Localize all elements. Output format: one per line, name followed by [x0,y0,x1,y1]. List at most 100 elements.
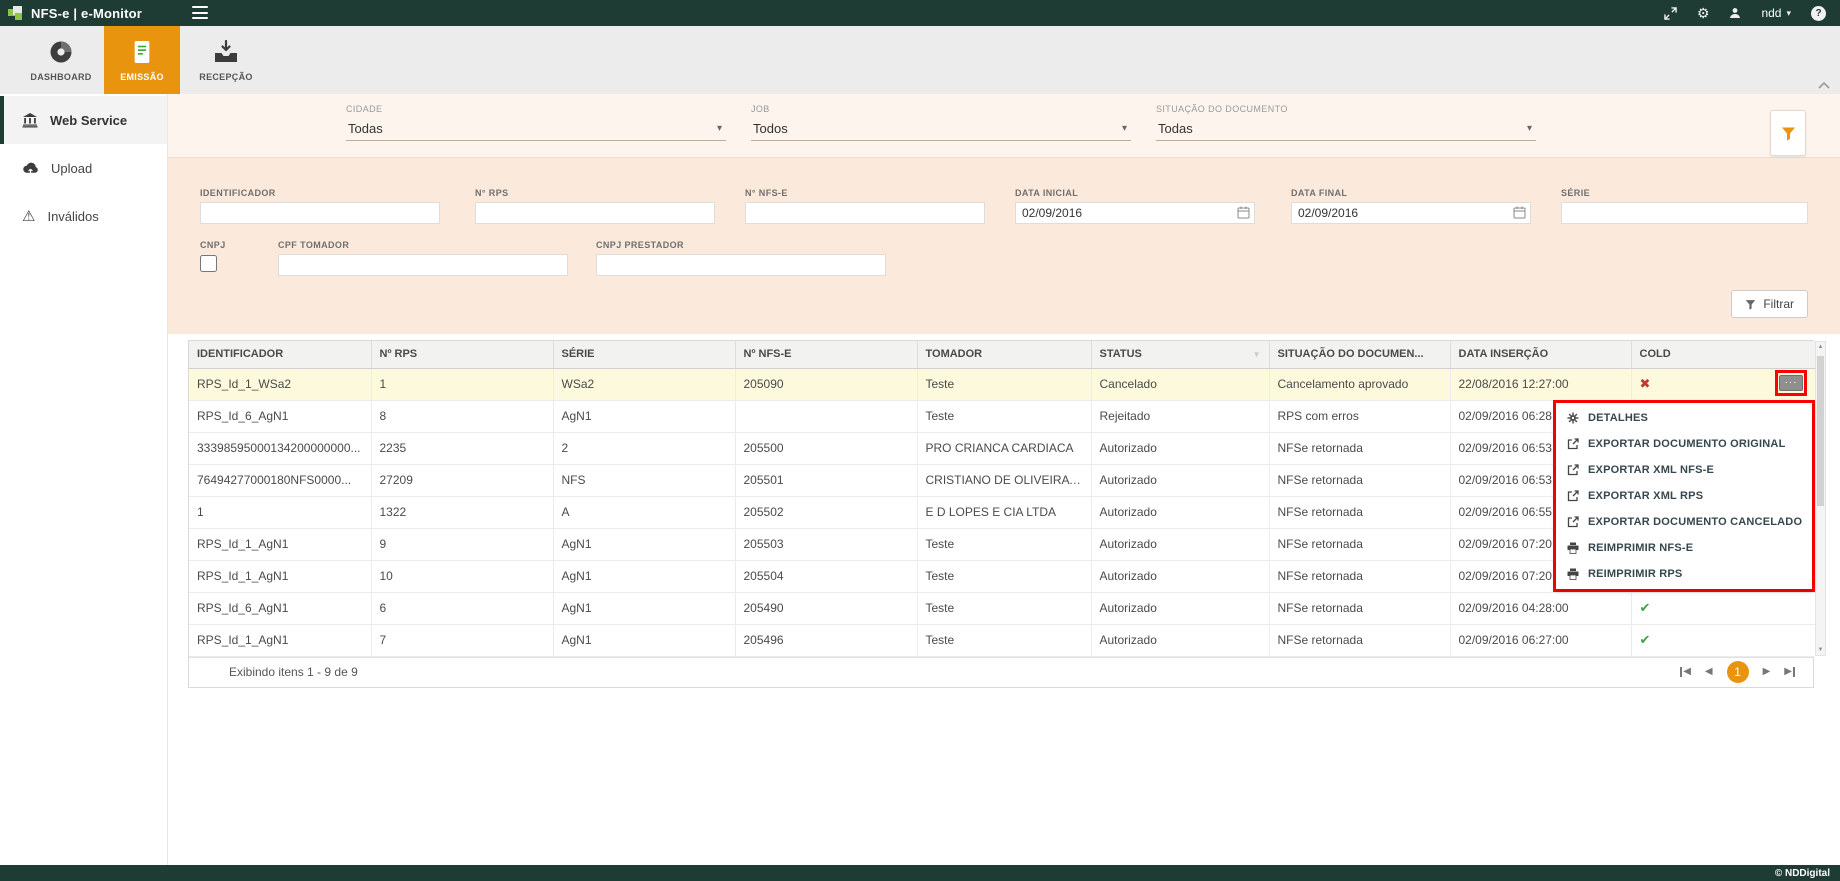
cell-n-rps: 1 [371,368,553,400]
cidade-select[interactable]: CIDADE Todas▾ [346,104,726,141]
sort-indicator-icon[interactable]: ▼ [1253,350,1261,359]
filter-toggle-button[interactable] [1770,110,1806,156]
scroll-down-icon[interactable]: ▼ [1816,647,1825,653]
fullscreen-icon[interactable] [1664,7,1677,20]
collapse-chevron-icon[interactable] [1818,81,1830,89]
cidade-value: Todas [348,121,383,136]
bottom-bar: © NDDigital [0,865,1840,881]
cell-tomador: Teste [917,368,1091,400]
tab-emissao-label: EMISSÃO [120,72,164,82]
user-dropdown[interactable]: ndd ▾ [1761,6,1791,20]
menu-item-exportar-xml-rps[interactable]: EXPORTAR XML RPS [1556,483,1812,509]
col-cold[interactable]: COLD [1631,341,1815,368]
col-n-nfse[interactable]: Nº NFS-E [735,341,917,368]
scrollbar-thumb[interactable] [1817,356,1824,506]
cnpj-prestador-input[interactable] [596,254,886,276]
funnel-icon [1745,299,1756,310]
col-n-rps[interactable]: Nº RPS [371,341,553,368]
tab-dashboard[interactable]: DASHBOARD [18,26,104,94]
scroll-up-icon[interactable]: ▲ [1816,344,1825,350]
table-footer: Exibindo itens 1 - 9 de 9 ◀ ◀ 1 ▶ ▶ [189,657,1813,687]
menu-item-label: EXPORTAR XML NFS-E [1588,464,1714,476]
situacao-documento-select[interactable]: SITUAÇÃO DO DOCUMENTO Todas▾ [1156,104,1536,141]
table-row[interactable]: RPS_Id_6_AgN1 6 AgN1 205490 Teste Autori… [189,592,1815,624]
filtrar-button[interactable]: Filtrar [1731,290,1808,318]
n-rps-input[interactable] [475,202,715,224]
table-row[interactable]: RPS_Id_1_WSa2 1 WSa2 205090 Teste Cancel… [189,368,1815,400]
data-inicial-input[interactable] [1015,202,1255,224]
cpf-tomador-label: CPF TOMADOR [278,240,568,250]
table-scrollbar[interactable]: ▲ ▼ [1815,341,1826,656]
cell-n-rps: 7 [371,624,553,656]
top-bar: NFS-e | e-Monitor ⚙ ndd ▾ ? [0,0,1840,26]
sidebar-item-invalidos[interactable]: ⚠ Inválidos [0,192,167,240]
tab-emissao[interactable]: EMISSÃO [104,26,180,94]
settings-gears-icon[interactable]: ⚙ [1697,6,1710,20]
cell-status: Cancelado [1091,368,1269,400]
menu-item-detalhes[interactable]: DETALHES [1556,405,1812,431]
cell-situacao: NFSe retornada [1269,624,1450,656]
help-icon[interactable]: ? [1811,6,1826,21]
col-situacao-documento[interactable]: SITUAÇÃO DO DOCUMEN... [1269,341,1450,368]
previous-page-button[interactable]: ◀ [1705,667,1713,677]
sidebar: Web Service Upload ⚠ Inválidos [0,94,168,865]
sidebar-item-upload[interactable]: Upload [0,144,167,192]
cell-identificador: 76494277000180NFS0000... [189,464,371,496]
col-serie[interactable]: SÉRIE [553,341,735,368]
menu-item-exportar-xml-nfse[interactable]: EXPORTAR XML NFS-E [1556,457,1812,483]
cpf-tomador-input[interactable] [278,254,568,276]
menu-item-reimprimir-nfse[interactable]: REIMPRIMIR NFS-E [1556,535,1812,561]
tab-dashboard-label: DASHBOARD [30,72,91,82]
sidebar-item-web-service[interactable]: Web Service [0,96,167,144]
identificador-input[interactable] [200,202,440,224]
last-page-button[interactable]: ▶ [1784,667,1795,677]
tab-recepcao[interactable]: RECEPÇÃO [180,26,272,94]
cnpj-checkbox[interactable] [200,255,217,272]
calendar-icon[interactable] [1513,206,1526,219]
cell-tomador: Teste [917,592,1091,624]
col-tomador[interactable]: TOMADOR [917,341,1091,368]
bank-icon [22,112,38,128]
table-header-row: IDENTIFICADOR Nº RPS SÉRIE Nº NFS-E TOMA… [189,341,1815,368]
cell-n-nfse [735,400,917,432]
menu-item-label: DETALHES [1588,412,1648,424]
cell-n-rps: 10 [371,560,553,592]
next-page-button[interactable]: ▶ [1763,667,1771,677]
col-identificador[interactable]: IDENTIFICADOR [189,341,371,368]
menu-item-reimprimir-rps[interactable]: REIMPRIMIR RPS [1556,561,1812,587]
data-final-field: DATA FINAL [1291,188,1531,224]
cell-n-rps: 9 [371,528,553,560]
user-icon[interactable] [1729,7,1741,19]
chevron-down-icon: ▾ [1786,8,1791,19]
cell-n-rps: 6 [371,592,553,624]
cell-status: Autorizado [1091,528,1269,560]
cell-status: Autorizado [1091,560,1269,592]
warning-icon: ⚠ [22,209,35,224]
menu-item-exportar-documento-cancelado[interactable]: EXPORTAR DOCUMENTO CANCELADO [1556,509,1812,535]
calendar-icon[interactable] [1237,206,1250,219]
col-data-insercao[interactable]: DATA INSERÇÃO [1450,341,1631,368]
job-select[interactable]: JOB Todos▾ [751,104,1131,141]
menu-item-exportar-documento-original[interactable]: EXPORTAR DOCUMENTO ORIGINAL [1556,431,1812,457]
copyright-text: © NDDigital [1775,868,1830,879]
col-status[interactable]: ▼STATUS [1091,341,1269,368]
table-row[interactable]: RPS_Id_1_AgN1 7 AgN1 205496 Teste Autori… [189,624,1815,656]
job-label: JOB [751,104,1131,114]
serie-input[interactable] [1561,202,1808,224]
cold-status-icon: ✔ [1640,600,1651,615]
row-actions-button[interactable]: ··· [1779,375,1803,391]
menu-toggle-icon[interactable] [192,6,208,19]
cnpj-prestador-field: CNPJ PRESTADOR [596,240,886,276]
n-nfse-input[interactable] [745,202,985,224]
cell-identificador: RPS_Id_1_WSa2 [189,368,371,400]
cell-cold: ✔ [1631,592,1815,624]
cell-n-nfse: 205500 [735,432,917,464]
printer-icon [1567,542,1579,554]
cell-n-nfse: 205503 [735,528,917,560]
cell-data-insercao: 02/09/2016 06:27:00 [1450,624,1631,656]
cell-n-nfse: 205504 [735,560,917,592]
first-page-button[interactable]: ◀ [1680,667,1691,677]
data-final-input[interactable] [1291,202,1531,224]
current-page-button[interactable]: 1 [1727,661,1749,683]
cell-identificador: 1 [189,496,371,528]
